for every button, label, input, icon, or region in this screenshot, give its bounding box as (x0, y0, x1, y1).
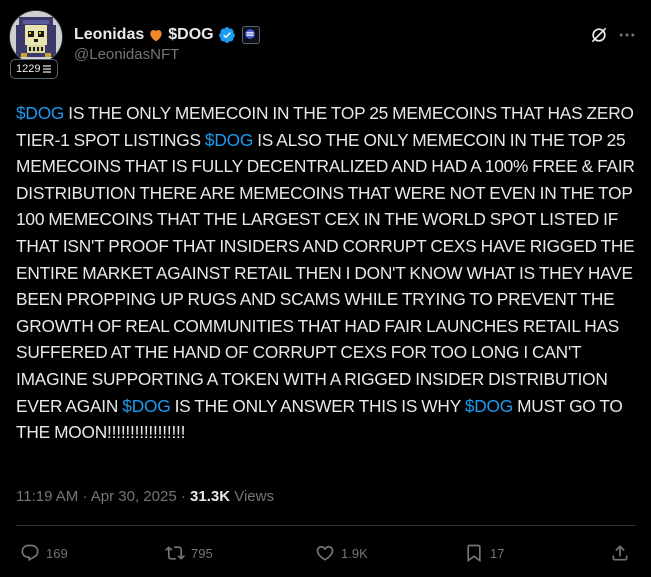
level-badge: 1229 (10, 59, 59, 79)
reply-icon (21, 544, 39, 562)
level-badge-value: 1229 (16, 63, 41, 75)
views-count: 31.3K (190, 488, 231, 505)
tweet-meta: 11:19 AM · Apr 30, 2025 · 31.3K Views (16, 488, 274, 505)
author-name-row[interactable]: Leonidas $DOG (74, 24, 260, 46)
cashtag-link[interactable]: $DOG (465, 396, 513, 416)
grok-icon[interactable] (589, 25, 609, 45)
repost-count: 795 (191, 545, 213, 561)
avatar[interactable] (9, 10, 63, 64)
bookmark-button[interactable]: 17 (464, 542, 504, 564)
more-horizontal-icon[interactable] (617, 25, 637, 45)
tweet: 1229 Leonidas $DOG @LeonidasNFT $DOG IS … (0, 0, 651, 577)
divider (16, 525, 636, 526)
reply-button[interactable]: 169 (20, 542, 68, 564)
views-label: Views (234, 488, 274, 505)
tweet-text-segment: IS THE ONLY ANSWER THIS IS WHY (170, 395, 465, 416)
meta-separator: · (180, 488, 186, 505)
cashtag-link[interactable]: $DOG (16, 103, 64, 123)
tweet-date[interactable]: Apr 30, 2025 (91, 488, 177, 505)
stack-lines-icon (43, 65, 52, 73)
cashtag-link[interactable]: $DOG (205, 130, 253, 150)
affiliate-badge-icon[interactable] (241, 26, 260, 44)
share-button[interactable] (610, 542, 630, 564)
like-button[interactable]: 1.9K (315, 542, 368, 564)
bookmark-icon (467, 544, 481, 563)
bookmark-count: 17 (490, 545, 505, 561)
display-name[interactable]: Leonidas (74, 26, 144, 44)
repost-button[interactable]: 795 (165, 542, 213, 564)
cashtag-link[interactable]: $DOG (122, 396, 170, 416)
avatar-image (9, 10, 63, 64)
pixel-skull-icon (10, 11, 62, 63)
meta-separator: · (82, 488, 88, 505)
tweet-text: $DOG IS THE ONLY MEMECOIN IN THE TOP 25 … (16, 100, 640, 446)
reply-count: 169 (46, 545, 68, 561)
orange-heart-icon (150, 30, 162, 42)
author-handle[interactable]: @LeonidasNFT (74, 46, 179, 63)
repost-icon (165, 546, 185, 560)
tweet-time[interactable]: 11:19 AM (16, 488, 78, 505)
heart-outline-icon (316, 545, 334, 561)
blue-verified-check-icon[interactable] (218, 26, 236, 44)
share-icon (612, 545, 628, 561)
display-name-suffix: $DOG (168, 26, 214, 43)
tweet-text-segment: IS ALSO THE ONLY MEMECOIN IN THE TOP 25 … (16, 129, 635, 416)
like-count: 1.9K (341, 545, 368, 561)
